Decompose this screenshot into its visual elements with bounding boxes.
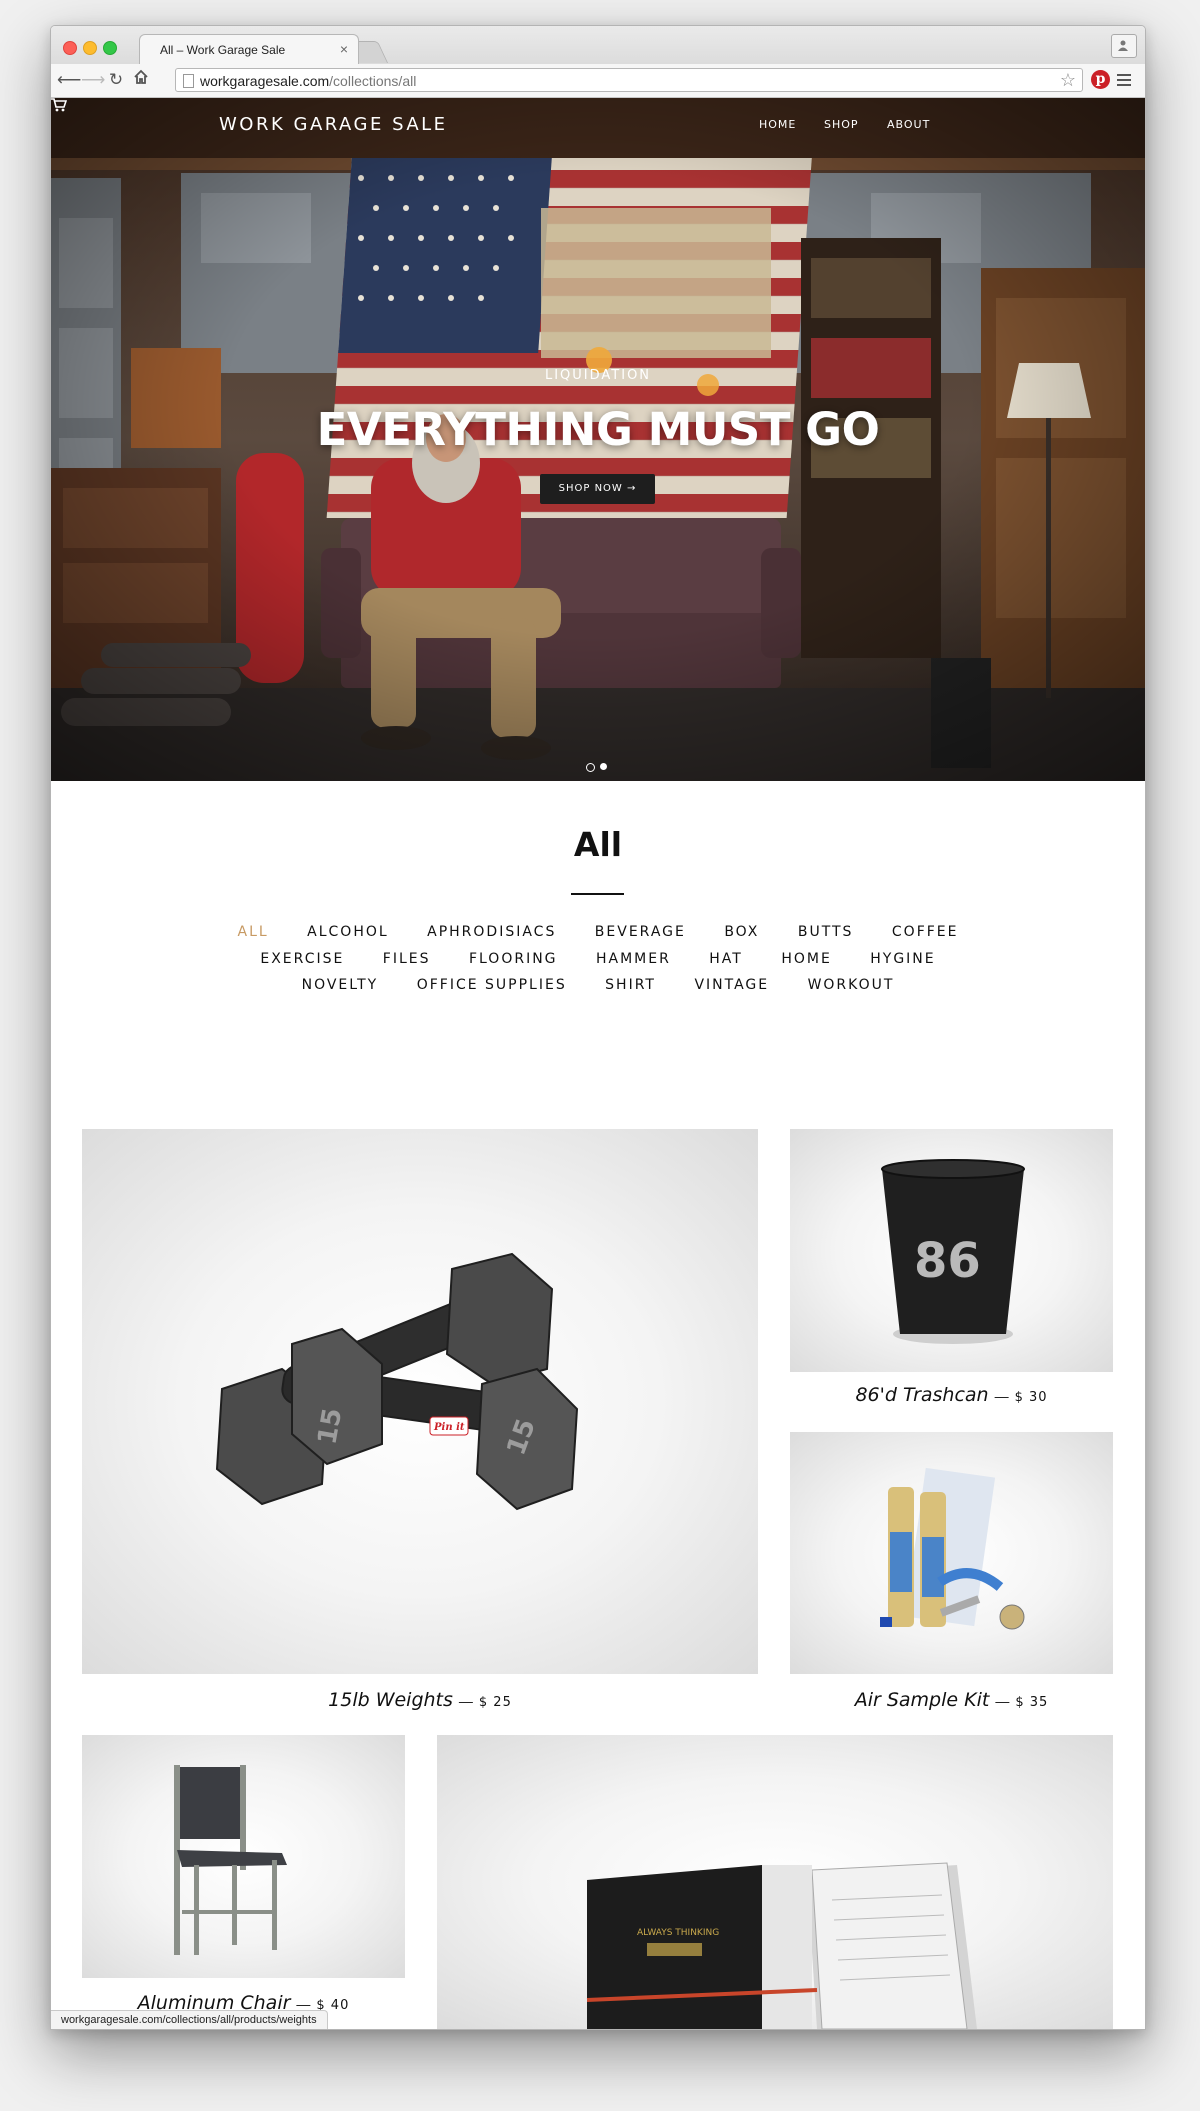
tag-box[interactable]: BOX [724, 924, 759, 940]
notebook-cover-print: ALWAYS THINKING [637, 1928, 719, 1938]
url-path: /collections/all [329, 73, 417, 89]
product-caption-weights[interactable]: 15lb Weights — $ 25 [82, 1689, 758, 1711]
browser-tab[interactable]: All – Work Garage Sale × [139, 34, 359, 64]
url-domain: workgaragesale.com [200, 73, 330, 89]
browser-window: All – Work Garage Sale × ⟵ ⟶ ↻ workgarag… [50, 25, 1146, 2030]
product-caption-trashcan[interactable]: 86'd Trashcan — $ 30 [790, 1384, 1113, 1406]
site-logo[interactable]: WORK GARAGE SALE [219, 114, 448, 135]
tag-shirt[interactable]: SHIRT [605, 977, 656, 993]
reload-icon[interactable]: ↻ [106, 70, 126, 90]
tag-hat[interactable]: HAT [709, 951, 743, 967]
collection-title: All [573, 825, 623, 864]
forward-arrow-icon[interactable]: ⟶ [81, 70, 105, 90]
product-image-aluminum-chair[interactable] [82, 1735, 405, 1978]
minimize-window-button[interactable] [83, 41, 97, 55]
tag-filter-row-1: ALL ALCOHOL APHRODISIACS BEVERAGE BOX BU… [51, 924, 1145, 940]
tag-coffee[interactable]: COFFEE [892, 924, 959, 940]
close-window-button[interactable] [63, 41, 77, 55]
tag-files[interactable]: FILES [383, 951, 431, 967]
tab-title: All – Work Garage Sale [160, 43, 286, 57]
cart-icon[interactable] [51, 98, 67, 112]
product-image-trashcan[interactable]: 86 [790, 1129, 1113, 1372]
pin-it-badge: Pin it [433, 1422, 465, 1433]
tag-filter-row-3: NOVELTY OFFICE SUPPLIES SHIRT VINTAGE WO… [51, 977, 1145, 993]
tag-hammer[interactable]: HAMMER [596, 951, 671, 967]
maximize-window-button[interactable] [103, 41, 117, 55]
page-icon [183, 74, 194, 88]
tag-flooring[interactable]: FLOORING [469, 951, 558, 967]
product-image-weights[interactable]: 15 15 Pin it [82, 1129, 758, 1674]
trashcan-print: 86 [914, 1233, 981, 1289]
hero-headline: EVERYTHING MUST GO [316, 403, 880, 456]
air-sample-kit-image [880, 1467, 1025, 1630]
tag-beverage[interactable]: BEVERAGE [595, 924, 686, 940]
product-price: $ 30 [1014, 1390, 1048, 1405]
tag-vintage[interactable]: VINTAGE [694, 977, 769, 993]
tag-alcohol[interactable]: ALCOHOL [307, 924, 389, 940]
price-separator: — [458, 1693, 473, 1709]
tag-filter-row-2: EXERCISE FILES FLOORING HAMMER HAT HOME … [51, 951, 1145, 967]
product-name: 15lb Weights [328, 1689, 453, 1711]
tag-hygine[interactable]: HYGINE [870, 951, 935, 967]
product-name: Air Sample Kit [854, 1689, 990, 1711]
nav-about[interactable]: ABOUT [887, 118, 930, 131]
slide-dot-1[interactable] [586, 763, 595, 772]
tab-close-icon[interactable]: × [340, 41, 348, 57]
tag-all[interactable]: ALL [238, 924, 269, 940]
bookmark-star-icon[interactable]: ☆ [1060, 69, 1076, 91]
product-price: $ 35 [1015, 1695, 1049, 1710]
svg-text:15: 15 [312, 1406, 348, 1447]
product-image-air-sample-kit[interactable] [790, 1432, 1113, 1674]
tag-exercise[interactable]: EXERCISE [260, 951, 344, 967]
browser-toolbar: ⟵ ⟶ ↻ workgaragesale.com/collections/all… [51, 64, 1145, 98]
pinterest-extension-icon[interactable]: p [1091, 70, 1110, 89]
slide-dot-2[interactable] [600, 763, 607, 770]
price-separator: — [995, 1693, 1010, 1709]
nav-home[interactable]: HOME [759, 118, 796, 131]
back-arrow-icon[interactable]: ⟵ [57, 70, 81, 90]
hero-kicker: LIQUIDATION [544, 368, 652, 383]
person-icon [1118, 40, 1128, 51]
product-name: 86'd Trashcan [855, 1384, 989, 1406]
shop-now-button[interactable]: SHOP NOW → [540, 474, 655, 504]
product-price: $ 25 [478, 1695, 512, 1710]
hero-slideshow[interactable]: WORK GARAGE SALE HOME SHOP ABOUT LIQUIDA… [51, 98, 1145, 781]
dumbbells-image: 15 15 Pin it [215, 1252, 579, 1511]
profile-button[interactable] [1111, 34, 1137, 58]
tag-novelty[interactable]: NOVELTY [302, 977, 379, 993]
tag-workout[interactable]: WORKOUT [808, 977, 895, 993]
tag-butts[interactable]: BUTTS [798, 924, 854, 940]
tag-office-supplies[interactable]: OFFICE SUPPLIES [417, 977, 567, 993]
link-status-bar: workgaragesale.com/collections/all/produ… [51, 2010, 328, 2029]
tab-bar: All – Work Garage Sale × [51, 26, 1145, 64]
hamburger-menu-icon[interactable] [1117, 74, 1131, 89]
url-text: workgaragesale.com/collections/all [200, 73, 416, 89]
product-caption-air-sample-kit[interactable]: Air Sample Kit — $ 35 [790, 1689, 1113, 1711]
notebook-image: ALWAYS THINKING [586, 1862, 977, 2029]
tag-home[interactable]: HOME [781, 951, 831, 967]
nav-shop[interactable]: SHOP [824, 118, 859, 131]
tag-aphrodisiacs[interactable]: APHRODISIACS [427, 924, 556, 940]
trashcan-image: 86 [881, 1159, 1025, 1344]
page-viewport: WORK GARAGE SALE HOME SHOP ABOUT LIQUIDA… [51, 98, 1145, 2029]
title-divider [571, 893, 624, 895]
product-image-notebook[interactable]: ALWAYS THINKING [437, 1735, 1113, 2029]
price-separator: — [994, 1388, 1009, 1404]
address-bar[interactable]: workgaragesale.com/collections/all ☆ [175, 68, 1083, 92]
home-icon[interactable] [131, 69, 151, 89]
chair-image [174, 1765, 287, 1955]
